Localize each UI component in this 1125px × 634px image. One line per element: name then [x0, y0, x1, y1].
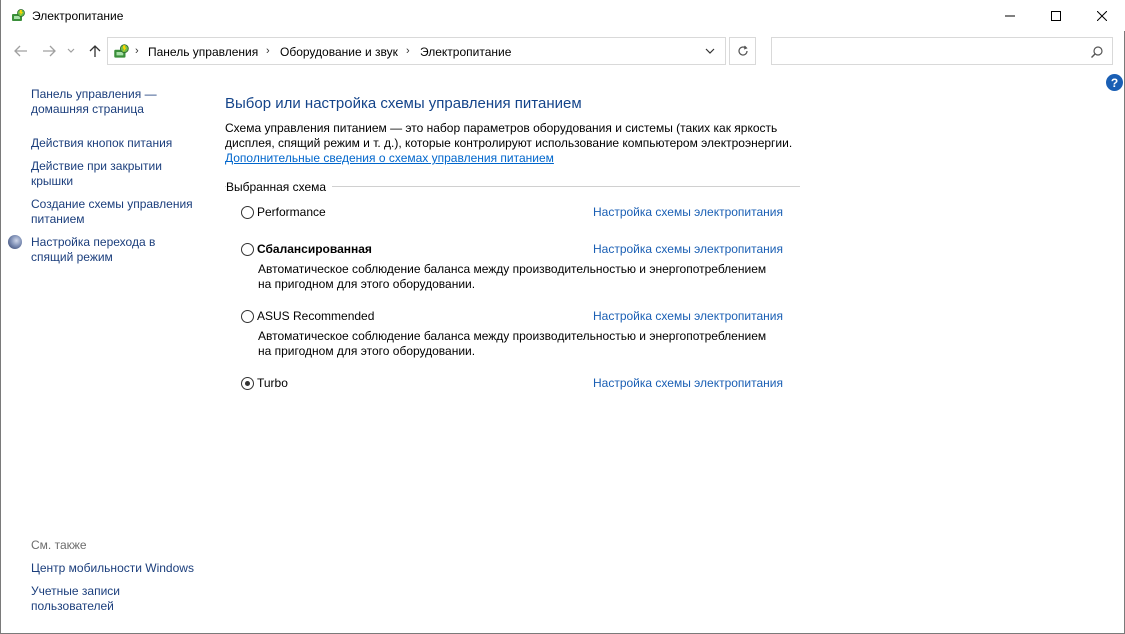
plan-description-line: на пригодном для этого оборудовании. [258, 277, 476, 291]
page-title: Выбор или настройка схемы управления пит… [225, 95, 582, 112]
sidebar-link-label: Настройка перехода в [31, 235, 156, 249]
address-bar[interactable]: › Панель управления › Оборудование и зву… [107, 37, 726, 65]
help-icon[interactable]: ? [1106, 74, 1123, 91]
plan-description: Автоматическое соблюдение баланса между … [258, 262, 798, 292]
sidebar-link-label: домашняя страница [31, 102, 144, 116]
forward-button[interactable] [38, 40, 60, 62]
plan-description-line: на пригодном для этого оборудовании. [258, 344, 476, 358]
minimize-icon [1005, 15, 1015, 16]
plan-config-link[interactable]: Настройка схемы электропитания [593, 309, 783, 323]
breadcrumb-separator-icon[interactable]: › [135, 45, 139, 57]
sidebar-link-label: Учетные записи [31, 584, 120, 598]
selected-plan-heading: Выбранная схема [226, 180, 333, 194]
close-icon [1097, 10, 1107, 21]
sidebar-link-label: питанием [31, 212, 85, 226]
plan-config-link[interactable]: Настройка схемы электропитания [593, 205, 783, 219]
power-options-icon [12, 9, 25, 21]
sidebar-link-label: крышки [31, 174, 74, 188]
see-also-heading: См. также [31, 538, 87, 552]
plan-name[interactable]: ASUS Recommended [257, 309, 374, 323]
chevron-down-icon [705, 48, 715, 54]
plan-name[interactable]: Turbo [257, 376, 288, 390]
plan-description-line: Автоматическое соблюдение баланса между … [258, 262, 767, 276]
navigation-bar: › Панель управления › Оборудование и зву… [1, 35, 1125, 67]
plan-config-link[interactable]: Настройка схемы электропитания [593, 242, 783, 256]
arrow-right-icon [43, 45, 56, 57]
sidebar-link-label: спящий режим [31, 250, 113, 264]
sidebar-link-power-buttons[interactable]: Действия кнопок питания [31, 136, 206, 151]
page-description: Схема управления питанием — это набор па… [225, 121, 805, 151]
sidebar-link-label: Центр мобильности Windows [31, 561, 194, 575]
sidebar-link-lid-close[interactable]: Действие при закрытии крышки [31, 159, 206, 189]
sidebar-link-sleep-settings[interactable]: Настройка перехода в спящий режим [31, 235, 206, 265]
window-title: Электропитание [32, 9, 124, 23]
maximize-icon [1051, 10, 1061, 21]
description-line: Схема управления питанием — это набор па… [225, 121, 778, 135]
sidebar-link-label: Панель управления — [31, 87, 157, 101]
address-history-button[interactable] [699, 42, 721, 60]
sidebar-link-label: Действия кнопок питания [31, 136, 173, 150]
chevron-down-icon [67, 48, 75, 53]
breadcrumb-power-options[interactable]: Электропитание [420, 45, 511, 59]
plan-name[interactable]: Performance [257, 205, 326, 219]
breadcrumb-hardware-sound[interactable]: Оборудование и звук [280, 45, 398, 59]
sleep-moon-icon [8, 235, 22, 249]
sidebar-link-label: пользователей [31, 599, 114, 613]
sidebar-link-mobility-center[interactable]: Центр мобильности Windows [31, 561, 206, 576]
plan-description-line: Автоматическое соблюдение баланса между … [258, 329, 767, 343]
breadcrumb-separator-icon[interactable]: › [266, 45, 270, 57]
description-line: дисплея, спящий режим и т. д.), которые … [225, 136, 793, 150]
title-bar: Электропитание [1, 0, 1125, 31]
power-options-icon [114, 44, 129, 58]
power-options-window: Электропитание › Панель управления › Обо… [0, 0, 1125, 634]
search-icon [1091, 46, 1103, 58]
search-input[interactable] [771, 37, 1113, 65]
close-button[interactable] [1079, 0, 1125, 31]
sidebar-link-label: Действие при закрытии [31, 159, 162, 173]
sidebar-link-control-panel-home[interactable]: Панель управления — домашняя страница [31, 87, 206, 117]
sidebar: Панель управления — домашняя страница Де… [1, 70, 211, 630]
more-info-link[interactable]: Дополнительные сведения о схемах управле… [225, 151, 554, 165]
plan-radio-asus-recommended[interactable] [241, 310, 254, 323]
arrow-up-icon [89, 45, 101, 57]
recent-locations-button[interactable] [63, 40, 79, 62]
sidebar-link-create-plan[interactable]: Создание схемы управления питанием [31, 197, 206, 227]
up-button[interactable] [84, 40, 106, 62]
minimize-button[interactable] [987, 0, 1033, 31]
plan-radio-turbo[interactable] [241, 377, 254, 390]
sidebar-link-user-accounts[interactable]: Учетные записи пользователей [31, 584, 206, 614]
plan-config-link[interactable]: Настройка схемы электропитания [593, 376, 783, 390]
back-button[interactable] [10, 40, 32, 62]
plan-radio-performance[interactable] [241, 206, 254, 219]
maximize-button[interactable] [1033, 0, 1079, 31]
arrow-left-icon [14, 45, 27, 57]
sidebar-link-label: Создание схемы управления [31, 197, 193, 211]
plan-radio-balanced[interactable] [241, 243, 254, 256]
plan-description: Автоматическое соблюдение баланса между … [258, 329, 798, 359]
breadcrumb-separator-icon[interactable]: › [406, 45, 410, 57]
refresh-icon [737, 45, 748, 56]
breadcrumb-control-panel[interactable]: Панель управления [148, 45, 258, 59]
plan-name[interactable]: Сбалансированная [257, 242, 372, 256]
refresh-button[interactable] [729, 37, 756, 65]
